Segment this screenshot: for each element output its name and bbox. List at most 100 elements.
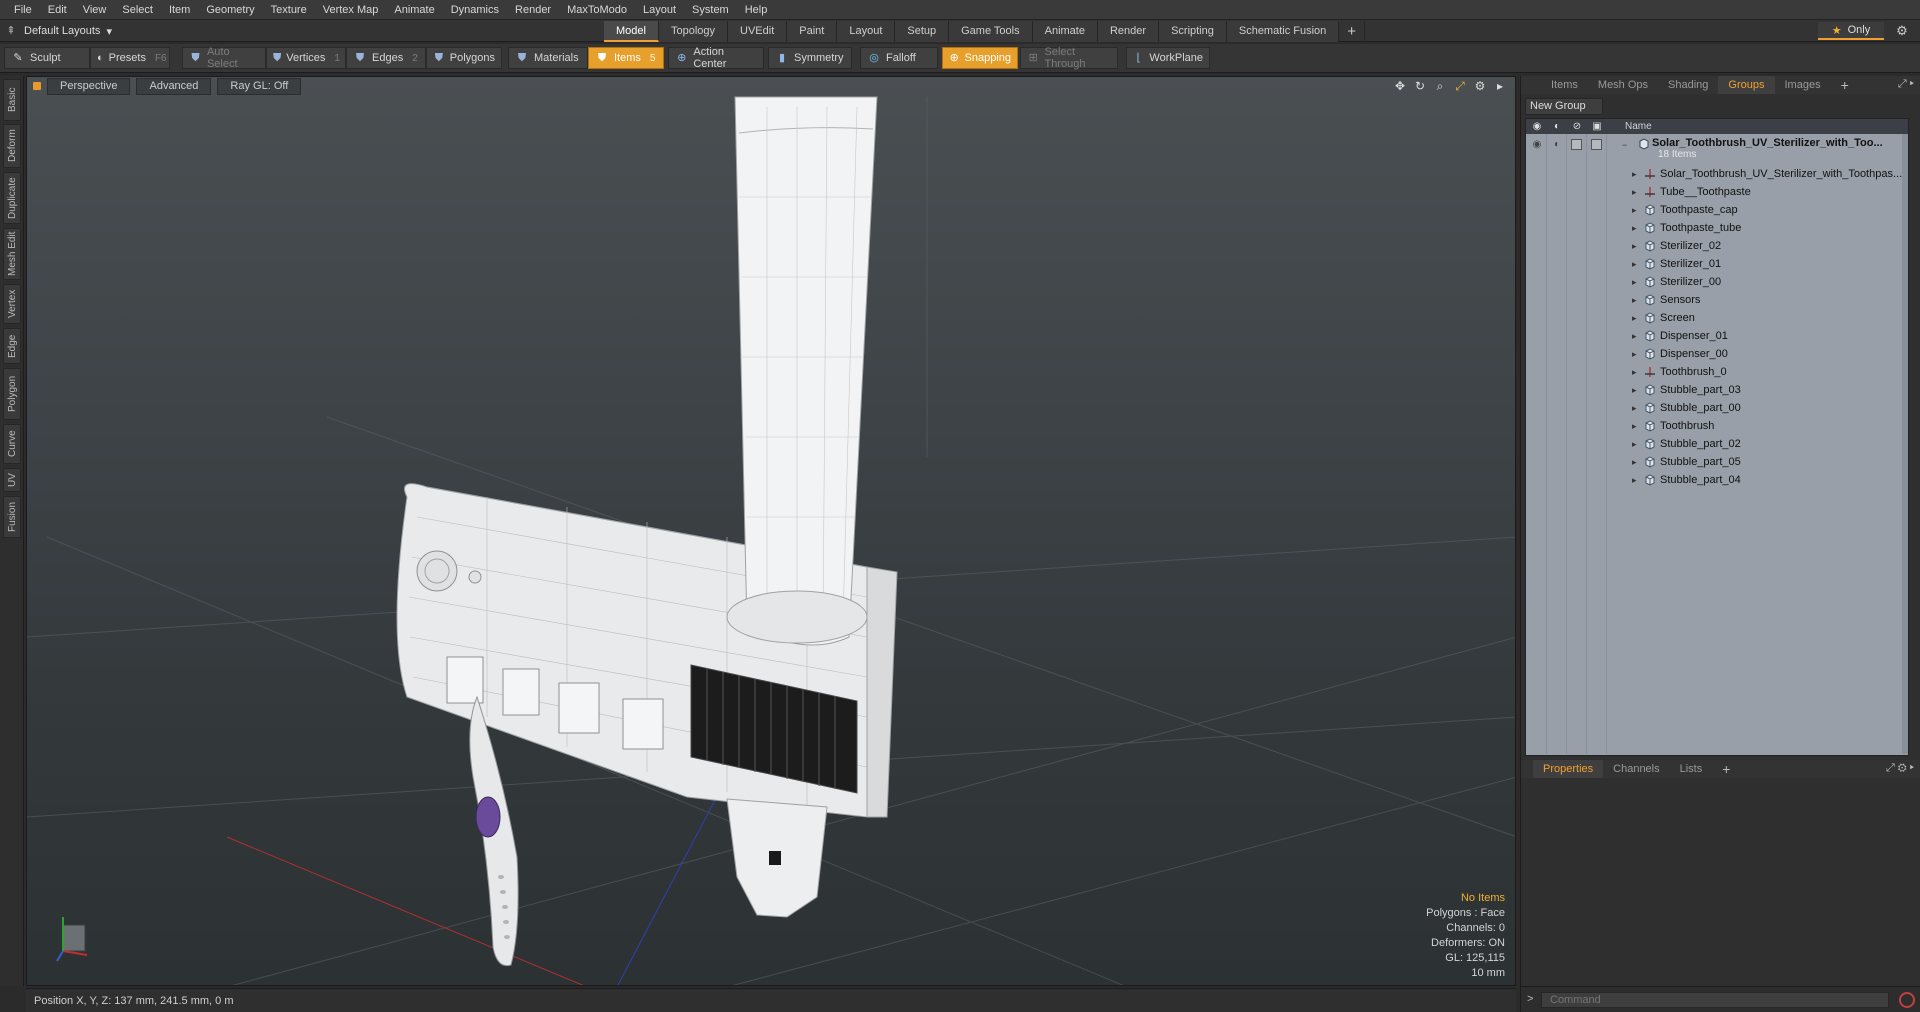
expand-arrow-icon[interactable]: ▸ [1632,453,1637,471]
group-item-row[interactable]: ▸ Toothpaste_tube [1526,219,1908,237]
gear-icon[interactable]: ⚙ [1894,23,1910,39]
group-item-row[interactable]: ▸ Stubble_part_04 [1526,471,1908,489]
menu-item-render[interactable]: Render [507,0,559,20]
expand-arrow-icon[interactable]: ▸ [1632,345,1637,363]
group-item-row[interactable]: ▸ Toothbrush [1526,417,1908,435]
properties-tab-channels[interactable]: Channels [1603,760,1669,778]
expand-arrow-icon[interactable]: ▸ [1632,237,1637,255]
expand-arrow-icon[interactable]: ▸ [1632,201,1637,219]
menu-item-dynamics[interactable]: Dynamics [443,0,507,20]
expand-arrow-icon[interactable]: ▸ [1632,327,1637,345]
tab-paint[interactable]: Paint [787,21,838,42]
add-tab-icon[interactable]: + [1339,21,1366,42]
view-type-button[interactable]: Perspective [47,77,131,95]
menu-item-file[interactable]: File [6,0,40,20]
expand-icon[interactable]: ⤢ ▸ [1898,78,1914,91]
3d-viewport[interactable]: Perspective Advanced Ray GL: Off ✥ ↻ ⌕ ⤢… [26,76,1516,986]
group-item-row[interactable]: ▸ Sterilizer_00 [1526,273,1908,291]
visibility-column-icon[interactable]: ◉ [1530,120,1544,133]
group-item-row[interactable]: ▸ Dispenser_01 [1526,327,1908,345]
group-item-row[interactable]: ▸ Sterilizer_02 [1526,237,1908,255]
new-group-button[interactable]: New Group [1525,98,1603,115]
menu-item-system[interactable]: System [684,0,737,20]
tab-render[interactable]: Render [1097,21,1160,42]
expand-arrow-icon[interactable]: ▸ [1632,435,1637,453]
left-tab-uv[interactable]: UV [3,468,21,492]
list-scrollbar[interactable] [1902,134,1908,754]
auto-select-button[interactable]: ⛊ Auto Select [182,46,266,70]
panel-tab-groups[interactable]: Groups [1718,76,1775,94]
menu-item-view[interactable]: View [75,0,115,20]
menu-item-help[interactable]: Help [737,0,776,20]
select-through-button[interactable]: ⊞ Select Through [1020,46,1118,70]
menu-item-texture[interactable]: Texture [263,0,315,20]
tab-game-tools[interactable]: Game Tools [949,21,1033,42]
menu-item-geometry[interactable]: Geometry [198,0,262,20]
symmetry-button[interactable]: ▮ Symmetry [768,47,852,69]
menu-item-maxtomodo[interactable]: MaxToModo [559,0,635,20]
collapse-icon[interactable]: − [1622,136,1627,154]
pan-icon[interactable]: ✥ [1393,79,1407,93]
command-arrow-icon[interactable]: > [1527,993,1533,1005]
group-item-row[interactable]: ▸ Stubble_part_02 [1526,435,1908,453]
materials-button[interactable]: ⛊ Materials [508,47,588,69]
group-item-row[interactable]: ▸ Tube__Toothpaste [1526,183,1908,201]
group-item-row[interactable]: ▸ Dispenser_00 [1526,345,1908,363]
menu-item-edit[interactable]: Edit [40,0,75,20]
render-icon[interactable]: ◐ [1551,139,1563,151]
tab-uvedit[interactable]: UVEdit [728,21,788,42]
sculpt-button[interactable]: ✎ Sculpt [4,47,90,69]
properties-panel-icons[interactable]: ⤢ ⚙ ▸ [1886,762,1914,775]
panel-tab-images[interactable]: Images [1775,76,1831,94]
group-item-row[interactable]: ▸ Stubble_part_00 [1526,399,1908,417]
shading-mode-button[interactable]: Advanced [136,77,212,95]
tab-animate[interactable]: Animate [1032,21,1098,42]
select-column-icon[interactable]: ▣ [1590,120,1604,133]
select-checkbox[interactable] [1591,139,1602,150]
group-item-row[interactable]: ▸ Stubble_part_03 [1526,381,1908,399]
left-tab-deform[interactable]: Deform [3,124,21,168]
tab-model[interactable]: Model [604,21,659,42]
action-center-button[interactable]: ⊕ Action Center [668,46,764,70]
snapping-button[interactable]: ⊕ Snapping [942,47,1018,69]
left-tab-edge[interactable]: Edge [3,328,21,364]
zoom-icon[interactable]: ⌕ [1433,79,1447,93]
expand-arrow-icon[interactable]: ▸ [1632,363,1637,381]
command-clear-icon[interactable] [1899,992,1915,1008]
panel-tab-items[interactable]: Items [1541,76,1588,94]
expand-arrow-icon[interactable]: ▸ [1632,471,1637,489]
maximize-icon[interactable]: ⤢ [1453,79,1467,93]
presets-button[interactable]: ◐ Presets F6 [90,47,170,69]
panel-tab-mesh-ops[interactable]: Mesh Ops [1588,76,1658,94]
command-input[interactable] [1541,992,1889,1008]
expand-arrow-icon[interactable]: ▸ [1632,381,1637,399]
rotate-icon[interactable]: ↻ [1413,79,1427,93]
render-column-icon[interactable]: ◐ [1550,120,1564,133]
polygons-button[interactable]: ⛊ Polygons [426,47,502,69]
left-tab-polygon[interactable]: Polygon [3,368,21,420]
lock-column-icon[interactable]: ⊘ [1570,120,1584,133]
vertices-button[interactable]: ⛊ Vertices 1 [266,47,346,69]
left-tab-vertex[interactable]: Vertex [3,284,21,324]
menu-item-vertex-map[interactable]: Vertex Map [315,0,387,20]
expand-arrow-icon[interactable]: ▸ [1632,183,1637,201]
group-row[interactable]: ◉ ◐ − Solar_Toothbrush_UV_Sterilizer_wit… [1526,136,1908,164]
tab-scripting[interactable]: Scripting [1159,21,1227,42]
tab-schematic-fusion[interactable]: Schematic Fusion [1226,21,1340,42]
left-tab-duplicate[interactable]: Duplicate [3,172,21,224]
viewport-menu-arrow-icon[interactable]: ▸ [1493,79,1507,93]
falloff-button[interactable]: ◎ Falloff [860,47,938,69]
expand-arrow-icon[interactable]: ▸ [1632,417,1637,435]
edges-button[interactable]: ⛊ Edges 2 [346,47,426,69]
expand-arrow-icon[interactable]: ▸ [1632,399,1637,417]
left-tab-mesh-edit[interactable]: Mesh Edit [3,228,21,280]
viewport-options-icon[interactable] [33,82,41,90]
menu-item-animate[interactable]: Animate [386,0,442,20]
tab-layout[interactable]: Layout [837,21,896,42]
workplane-button[interactable]: ⌊ WorkPlane [1126,47,1210,69]
menu-item-item[interactable]: Item [161,0,198,20]
panel-tab-shading[interactable]: Shading [1658,76,1718,94]
expand-arrow-icon[interactable]: ▸ [1632,273,1637,291]
only-toggle-button[interactable]: ★ Only [1818,22,1884,40]
left-tab-basic[interactable]: Basic [3,79,21,121]
